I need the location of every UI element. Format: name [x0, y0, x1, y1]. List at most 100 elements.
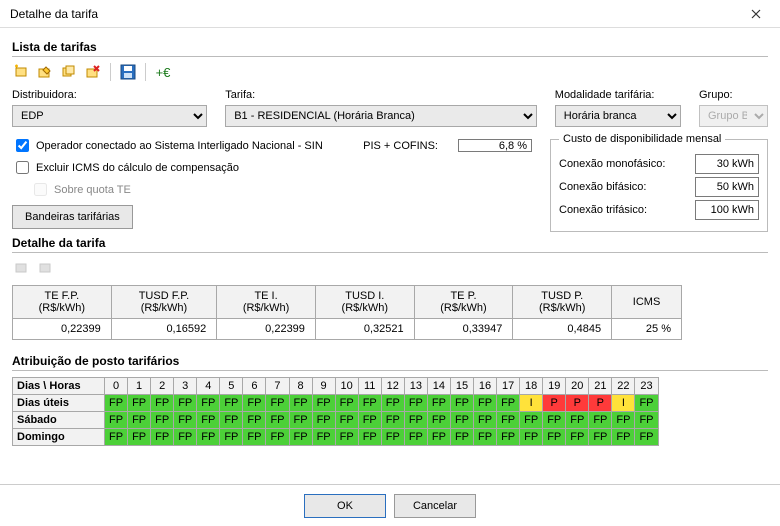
posto-cell[interactable]: FP	[589, 429, 612, 446]
posto-cell[interactable]: FP	[635, 395, 658, 412]
posto-cell[interactable]: FP	[381, 395, 404, 412]
new-detail-icon[interactable]	[12, 259, 30, 277]
posto-cell[interactable]: FP	[427, 412, 450, 429]
posto-cell[interactable]: FP	[520, 429, 543, 446]
posto-cell[interactable]: FP	[635, 412, 658, 429]
tarifa-cell[interactable]: 0,33947	[414, 319, 513, 340]
posto-cell[interactable]: FP	[243, 395, 266, 412]
posto-cell[interactable]: FP	[174, 429, 197, 446]
posto-cell[interactable]: FP	[427, 429, 450, 446]
edit-icon[interactable]	[36, 63, 54, 81]
posto-cell[interactable]: FP	[497, 395, 520, 412]
tarifa-cell[interactable]: 0,32521	[315, 319, 414, 340]
posto-cell[interactable]: FP	[289, 412, 312, 429]
posto-cell[interactable]: FP	[105, 395, 128, 412]
posto-cell[interactable]: FP	[105, 429, 128, 446]
posto-cell[interactable]: FP	[105, 412, 128, 429]
posto-cell[interactable]: I	[520, 395, 543, 412]
posto-cell[interactable]: FP	[497, 412, 520, 429]
posto-cell[interactable]: FP	[197, 429, 220, 446]
posto-cell[interactable]: FP	[612, 429, 635, 446]
checkbox-icms[interactable]	[16, 161, 29, 174]
posto-cell[interactable]: FP	[566, 412, 589, 429]
posto-cell[interactable]: FP	[404, 412, 427, 429]
posto-cell[interactable]: FP	[243, 429, 266, 446]
posto-cell[interactable]: FP	[220, 429, 243, 446]
posto-cell[interactable]: FP	[520, 412, 543, 429]
ok-button[interactable]: OK	[304, 494, 386, 518]
tarifa-cell[interactable]: 25 %	[612, 319, 682, 340]
euro-icon[interactable]: +€	[154, 63, 172, 81]
input-pis-cofins[interactable]	[458, 139, 532, 152]
posto-cell[interactable]: FP	[450, 412, 473, 429]
posto-cell[interactable]: FP	[220, 412, 243, 429]
posto-cell[interactable]: FP	[543, 412, 566, 429]
delete-icon[interactable]	[84, 63, 102, 81]
posto-cell[interactable]: FP	[220, 395, 243, 412]
posto-cell[interactable]: FP	[197, 395, 220, 412]
input-tri[interactable]	[695, 200, 759, 220]
select-grupo[interactable]: Grupo B	[699, 105, 768, 127]
posto-cell[interactable]: FP	[566, 429, 589, 446]
posto-cell[interactable]: FP	[151, 429, 174, 446]
input-mono[interactable]	[695, 154, 759, 174]
posto-cell[interactable]: FP	[335, 395, 358, 412]
posto-cell[interactable]: FP	[335, 429, 358, 446]
posto-cell[interactable]: FP	[266, 395, 289, 412]
save-icon[interactable]	[119, 63, 137, 81]
posto-cell[interactable]: FP	[450, 395, 473, 412]
posto-cell[interactable]: P	[589, 395, 612, 412]
posto-cell[interactable]: FP	[450, 429, 473, 446]
posto-cell[interactable]: I	[612, 395, 635, 412]
posto-cell[interactable]: FP	[404, 395, 427, 412]
select-distribuidora[interactable]: EDP	[12, 105, 207, 127]
tarifa-cell[interactable]: 0,16592	[111, 319, 216, 340]
checkbox-sin[interactable]	[16, 139, 29, 152]
posto-cell[interactable]: FP	[474, 429, 497, 446]
posto-cell[interactable]: FP	[289, 395, 312, 412]
posto-cell[interactable]: P	[566, 395, 589, 412]
input-bi[interactable]	[695, 177, 759, 197]
posto-cell[interactable]: FP	[312, 395, 335, 412]
posto-cell[interactable]: FP	[151, 412, 174, 429]
posto-cell[interactable]: FP	[474, 395, 497, 412]
posto-cell[interactable]: FP	[358, 429, 381, 446]
posto-cell[interactable]: FP	[381, 429, 404, 446]
select-tarifa[interactable]: B1 - RESIDENCIAL (Horária Branca)	[225, 105, 537, 127]
posto-cell[interactable]: FP	[128, 412, 151, 429]
posto-cell[interactable]: FP	[381, 412, 404, 429]
posto-cell[interactable]: FP	[543, 429, 566, 446]
posto-cell[interactable]: FP	[266, 412, 289, 429]
posto-cell[interactable]: FP	[174, 395, 197, 412]
select-modalidade[interactable]: Horária branca	[555, 105, 681, 127]
posto-cell[interactable]: FP	[474, 412, 497, 429]
posto-cell[interactable]: FP	[497, 429, 520, 446]
tarifa-cell[interactable]: 0,22399	[217, 319, 316, 340]
posto-cell[interactable]: FP	[312, 429, 335, 446]
posto-cell[interactable]: FP	[612, 412, 635, 429]
posto-cell[interactable]: FP	[151, 395, 174, 412]
posto-cell[interactable]: FP	[358, 395, 381, 412]
posto-cell[interactable]: FP	[197, 412, 220, 429]
copy-icon[interactable]	[60, 63, 78, 81]
cancel-button[interactable]: Cancelar	[394, 494, 476, 518]
posto-cell[interactable]: FP	[635, 429, 658, 446]
posto-cell[interactable]: FP	[174, 412, 197, 429]
new-icon[interactable]	[12, 63, 30, 81]
posto-cell[interactable]: FP	[243, 412, 266, 429]
posto-cell[interactable]: P	[543, 395, 566, 412]
posto-cell[interactable]: FP	[335, 412, 358, 429]
posto-cell[interactable]: FP	[266, 429, 289, 446]
posto-cell[interactable]: FP	[312, 412, 335, 429]
posto-cell[interactable]: FP	[128, 395, 151, 412]
posto-cell[interactable]: FP	[404, 429, 427, 446]
posto-cell[interactable]: FP	[358, 412, 381, 429]
posto-cell[interactable]: FP	[289, 429, 312, 446]
delete-detail-icon[interactable]	[36, 259, 54, 277]
close-button[interactable]	[738, 3, 774, 25]
tarifa-cell[interactable]: 0,4845	[513, 319, 612, 340]
button-bandeiras[interactable]: Bandeiras tarifárias	[12, 205, 133, 229]
posto-cell[interactable]: FP	[128, 429, 151, 446]
tarifa-cell[interactable]: 0,22399	[13, 319, 112, 340]
posto-cell[interactable]: FP	[427, 395, 450, 412]
